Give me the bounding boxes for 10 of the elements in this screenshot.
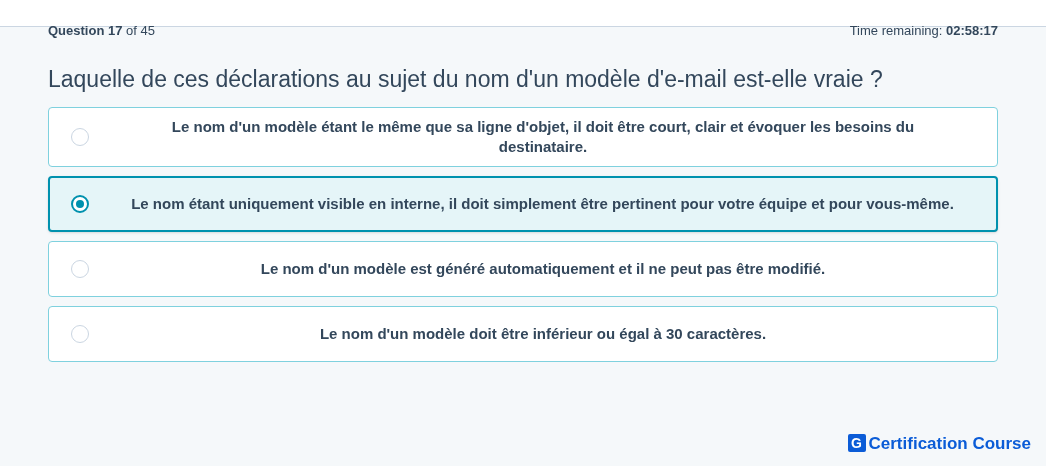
answer-option[interactable]: Le nom étant uniquement visible en interne, il doit simplement être pertinent pour votre équipe et pour vous-même.	[48, 176, 998, 232]
question-text: Laquelle de ces déclarations au sujet du nom d'un modèle d'e-mail est-elle vraie ?	[47, 65, 884, 93]
logo-mark: G	[847, 434, 866, 453]
brand-name: Certification Course	[868, 432, 1031, 455]
radio-button[interactable]	[71, 195, 89, 213]
question-counter: Question 17 of 45	[48, 25, 155, 37]
time-remaining: Time remaining: 02:58:17	[849, 25, 998, 37]
answer-option[interactable]: Le nom d'un modèle doit être inférieur ou égal à 30 caractères.	[48, 306, 998, 362]
answer-option[interactable]: Le nom d'un modèle est généré automatiquement et il ne peut pas être modifié.	[48, 241, 998, 297]
answer-option[interactable]: Le nom d'un modèle étant le même que sa ligne d'objet, il doit être court, clair et évoquer les besoins du destinataire.	[48, 107, 998, 167]
